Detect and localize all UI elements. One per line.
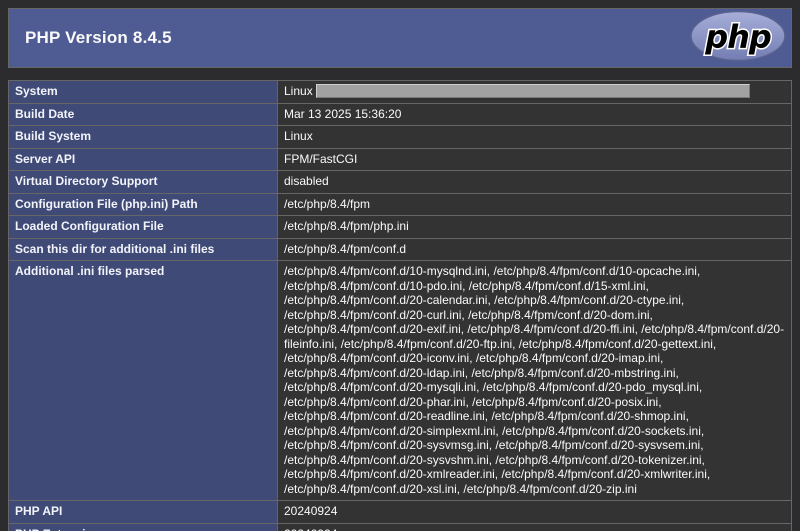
row-label: Build Date — [8, 102, 278, 127]
row-value: FPM/FastCGI — [277, 147, 792, 172]
table-row-additional-ini-files: Additional .ini files parsed /etc/php/8.… — [8, 260, 792, 502]
system-value-text: Linux — [284, 84, 313, 98]
table-row-php-extension: PHP Extension 20240924 — [8, 522, 792, 531]
redacted-value-bar — [315, 84, 750, 98]
row-value: Linux — [277, 80, 792, 104]
php-logo-icon: php — [685, 9, 791, 63]
row-value: 20240924 — [277, 522, 792, 531]
table-row-server-api: Server API FPM/FastCGI — [8, 147, 792, 172]
row-label: PHP API — [8, 500, 278, 524]
row-label: Build System — [8, 125, 278, 149]
info-table: System Linux Build Date Mar 13 2025 15:3… — [8, 80, 792, 531]
table-row-system: System Linux — [8, 80, 792, 104]
row-label: System — [8, 80, 278, 104]
row-label: Server API — [8, 147, 278, 172]
table-row-php-api: PHP API 20240924 — [8, 500, 792, 524]
row-value: /etc/php/8.4/fpm/conf.d — [277, 237, 792, 262]
svg-text:php: php — [704, 18, 771, 56]
row-label: Additional .ini files parsed — [8, 260, 278, 502]
row-label: Virtual Directory Support — [8, 170, 278, 194]
row-value: Mar 13 2025 15:36:20 — [277, 102, 792, 127]
table-row-loaded-configuration-file: Loaded Configuration File /etc/php/8.4/f… — [8, 215, 792, 239]
table-row-build-system: Build System Linux — [8, 125, 792, 149]
row-value: /etc/php/8.4/fpm/php.ini — [277, 215, 792, 239]
table-row-scan-dir: Scan this dir for additional .ini files … — [8, 237, 792, 262]
row-label: PHP Extension — [8, 522, 278, 531]
row-label: Loaded Configuration File — [8, 215, 278, 239]
header: PHP Version 8.4.5 php — [8, 8, 792, 68]
row-label: Scan this dir for additional .ini files — [8, 237, 278, 262]
page-title: PHP Version 8.4.5 — [25, 28, 172, 47]
row-value: disabled — [277, 170, 792, 194]
phpinfo-page: PHP Version 8.4.5 php System Linux Build… — [0, 0, 800, 531]
row-value: /etc/php/8.4/fpm — [277, 192, 792, 217]
row-value: 20240924 — [277, 500, 792, 524]
row-value: Linux — [277, 125, 792, 149]
table-row-virtual-directory-support: Virtual Directory Support disabled — [8, 170, 792, 194]
table-row-build-date: Build Date Mar 13 2025 15:36:20 — [8, 102, 792, 127]
row-value: /etc/php/8.4/fpm/conf.d/10-mysqlnd.ini, … — [277, 260, 792, 502]
row-label: Configuration File (php.ini) Path — [8, 192, 278, 217]
table-row-configuration-file-path: Configuration File (php.ini) Path /etc/p… — [8, 192, 792, 217]
